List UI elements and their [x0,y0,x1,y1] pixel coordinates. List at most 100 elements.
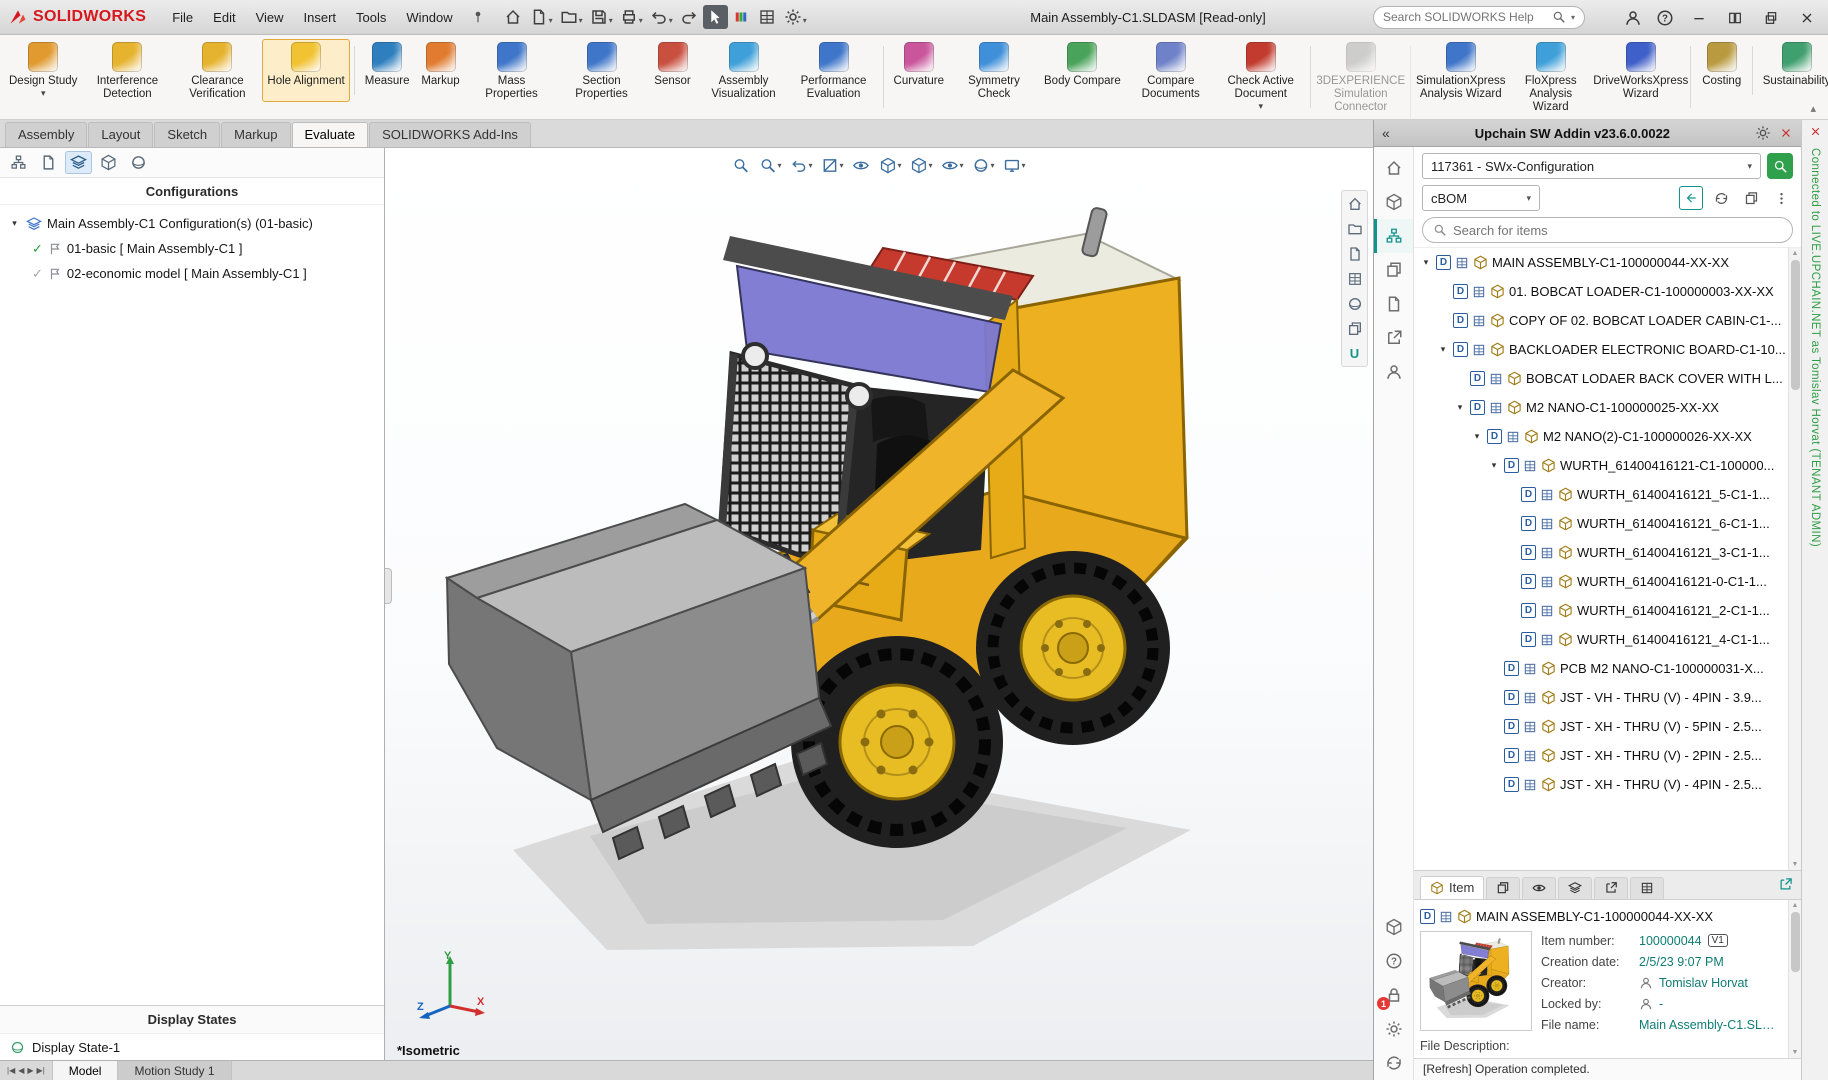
bom-tree-row[interactable]: D 01. BOBCAT LOADER-C1-100000003-XX-XX [1414,277,1788,306]
upchain-settings-icon[interactable] [1755,125,1771,141]
ribbon-command[interactable]: Hole Alignment [262,39,349,102]
undo-icon[interactable]: ▾ [647,5,676,29]
ribbon-command[interactable]: Design Study ▾ [4,39,82,102]
ribbon-command[interactable]: Costing [1696,39,1748,102]
graphics-viewport[interactable]: ▾ ▾ ▾ ▾ ▾ ▾ ▾ [385,148,1373,1060]
bom-tree-row[interactable]: D JST - VH - THRU (V) - 4PIN - 3.9... [1414,683,1788,712]
edit-appearance-icon[interactable]: ▾ [970,155,998,176]
previous-view-icon[interactable]: ▾ [787,155,815,176]
tab-nav-arrow-icon[interactable]: ▶| [37,1066,45,1075]
save-icon[interactable]: ▾ [587,5,616,29]
dropdown-caret-icon[interactable]: ▾ [639,16,643,26]
ribbon-command[interactable]: Curvature [889,39,950,102]
xpress-products-icon[interactable] [729,5,754,29]
view-orientation-icon[interactable]: ▾ [876,155,904,176]
section-view-icon[interactable]: ▾ [818,155,846,176]
close-button[interactable] [1792,6,1822,30]
bom-tree-row[interactable]: D JST - XH - THRU (V) - 4PIN - 2.5... [1414,770,1788,799]
collapse-panel-icon[interactable]: « [1382,125,1390,141]
scroll-down-icon[interactable]: ▼ [1792,1049,1799,1056]
bom-tree-row[interactable]: D WURTH_61400416121_2-C1-1... [1414,596,1788,625]
configurationmanager-tab-icon[interactable] [65,151,92,174]
bom-tree-row[interactable]: ▾ D M2 NANO-C1-100000025-XX-XX [1414,393,1788,422]
bom-tree-scrollbar[interactable]: ▲ ▼ [1788,248,1801,870]
dropdown-caret-icon[interactable]: ▾ [960,161,964,170]
bom-tree-row[interactable]: ▾ D BACKLOADER ELECTRONIC BOARD-C1-10... [1414,335,1788,364]
scroll-up-icon[interactable]: ▲ [1792,250,1799,257]
expand-arrow-icon[interactable]: ▾ [1454,402,1466,413]
command-tab[interactable]: Sketch [154,122,220,147]
sw-resources-icon[interactable] [1347,196,1363,212]
more-options-kebab-icon[interactable] [1769,186,1793,210]
tab-nav-arrow-icon[interactable]: ▶ [27,1066,33,1075]
bom-tree-row[interactable]: D WURTH_61400416121-0-C1-1... [1414,567,1788,596]
zoom-to-area-icon[interactable]: ▾ [756,155,784,176]
refresh-button[interactable] [1709,186,1733,210]
command-tab[interactable]: SOLIDWORKS Add-Ins [369,122,531,147]
pin-menubar-icon[interactable] [471,10,485,24]
display-style-icon[interactable]: ▾ [908,155,936,176]
close-strip-icon[interactable] [1809,125,1822,138]
lock-icon[interactable]: 1 [1374,978,1413,1012]
expand-arrow-icon[interactable]: ▾ [1488,460,1500,471]
dropdown-caret-icon[interactable]: ▾ [929,161,933,170]
ribbon-command[interactable]: Check Active Document ▾ [1216,39,1306,115]
detail-scrollbar[interactable]: ▲ ▼ [1788,900,1801,1058]
view-palette-icon[interactable] [1347,271,1363,287]
ribbon-collapse-icon[interactable]: ▴ [1810,102,1816,115]
displaymanager-tab-icon[interactable] [125,151,152,174]
dropdown-caret-icon[interactable]: ▾ [549,16,553,26]
bom-tree-row[interactable]: ▾ D MAIN ASSEMBLY-C1-100000044-XX-XX [1414,248,1788,277]
ribbon-command[interactable]: Performance Evaluation [789,39,879,115]
configuration-row[interactable]: ✓ 01-basic [ Main Assembly-C1 ] [32,236,376,261]
ribbon-command[interactable]: Markup [415,39,467,102]
bom-tree-row[interactable]: D WURTH_61400416121_5-C1-1... [1414,480,1788,509]
scrollbar-thumb[interactable] [1791,912,1800,972]
copies-tab-icon[interactable] [1486,877,1520,899]
bom-tree-row[interactable]: D JST - XH - THRU (V) - 5PIN - 2.5... [1414,712,1788,741]
dropdown-caret-icon[interactable]: ▾ [579,16,583,26]
command-caret-icon[interactable]: ▾ [1258,101,1263,112]
bom-tree-row[interactable]: D WURTH_61400416121_6-C1-1... [1414,509,1788,538]
document-mode-tab[interactable]: Model [53,1061,119,1080]
project-selector[interactable]: 117361 - SWx-Configuration ▾ [1422,153,1761,179]
expand-arrow-icon[interactable]: ▾ [1471,431,1483,442]
panes-button[interactable] [1720,6,1750,30]
packages-icon[interactable] [1374,910,1413,944]
dropdown-caret-icon[interactable]: ▾ [808,161,812,170]
copy-compare-icon[interactable] [1374,253,1413,287]
back-button[interactable] [1679,186,1703,210]
hide-show-items-icon[interactable]: ▾ [939,155,967,176]
open-icon[interactable]: ▾ [557,5,586,29]
scrollbar-thumb[interactable] [1791,260,1800,390]
ribbon-command[interactable]: DriveWorksXpress Wizard [1596,39,1686,115]
configuration-row[interactable]: ✓ 02-economic model [ Main Assembly-C1 ] [32,261,376,286]
help-icon[interactable] [1374,944,1413,978]
tab-nav-arrow-icon[interactable]: ◀ [18,1066,24,1075]
ribbon-command[interactable]: Clearance Verification [172,39,262,115]
expand-arrow-icon[interactable]: ▾ [8,218,21,229]
dropdown-caret-icon[interactable]: ▾ [1022,161,1026,170]
ribbon-command[interactable]: Sensor [647,39,699,102]
ribbon-command[interactable]: Mass Properties [467,39,557,115]
ribbon-command[interactable]: 3DEXPERIENCE Simulation Connector [1316,39,1406,128]
command-tab[interactable]: Layout [88,122,153,147]
command-tab[interactable]: Assembly [5,122,87,147]
ribbon-command[interactable]: Symmetry Check [949,39,1039,115]
documents-icon[interactable] [1374,287,1413,321]
appearances-icon[interactable] [1347,296,1363,312]
ribbon-command[interactable]: Interference Detection [82,39,172,115]
menu-item[interactable]: Insert [294,6,347,29]
search-icon[interactable] [1552,10,1566,24]
home-icon[interactable] [501,5,526,29]
ribbon-command[interactable]: Assembly Visualization [699,39,789,115]
design-library-icon[interactable] [1347,221,1363,237]
menu-item[interactable]: Tools [346,6,396,29]
bom-tree-row[interactable]: D WURTH_61400416121_3-C1-1... [1414,538,1788,567]
upchain-close-icon[interactable] [1779,126,1793,140]
zoom-to-fit-icon[interactable] [729,155,753,176]
print-icon[interactable]: ▾ [617,5,646,29]
bom-tree-row[interactable]: ▾ D WURTH_61400416121-C1-100000... [1414,451,1788,480]
select-arrow-icon[interactable] [703,5,728,29]
panel-splitter-grip[interactable] [385,568,392,604]
